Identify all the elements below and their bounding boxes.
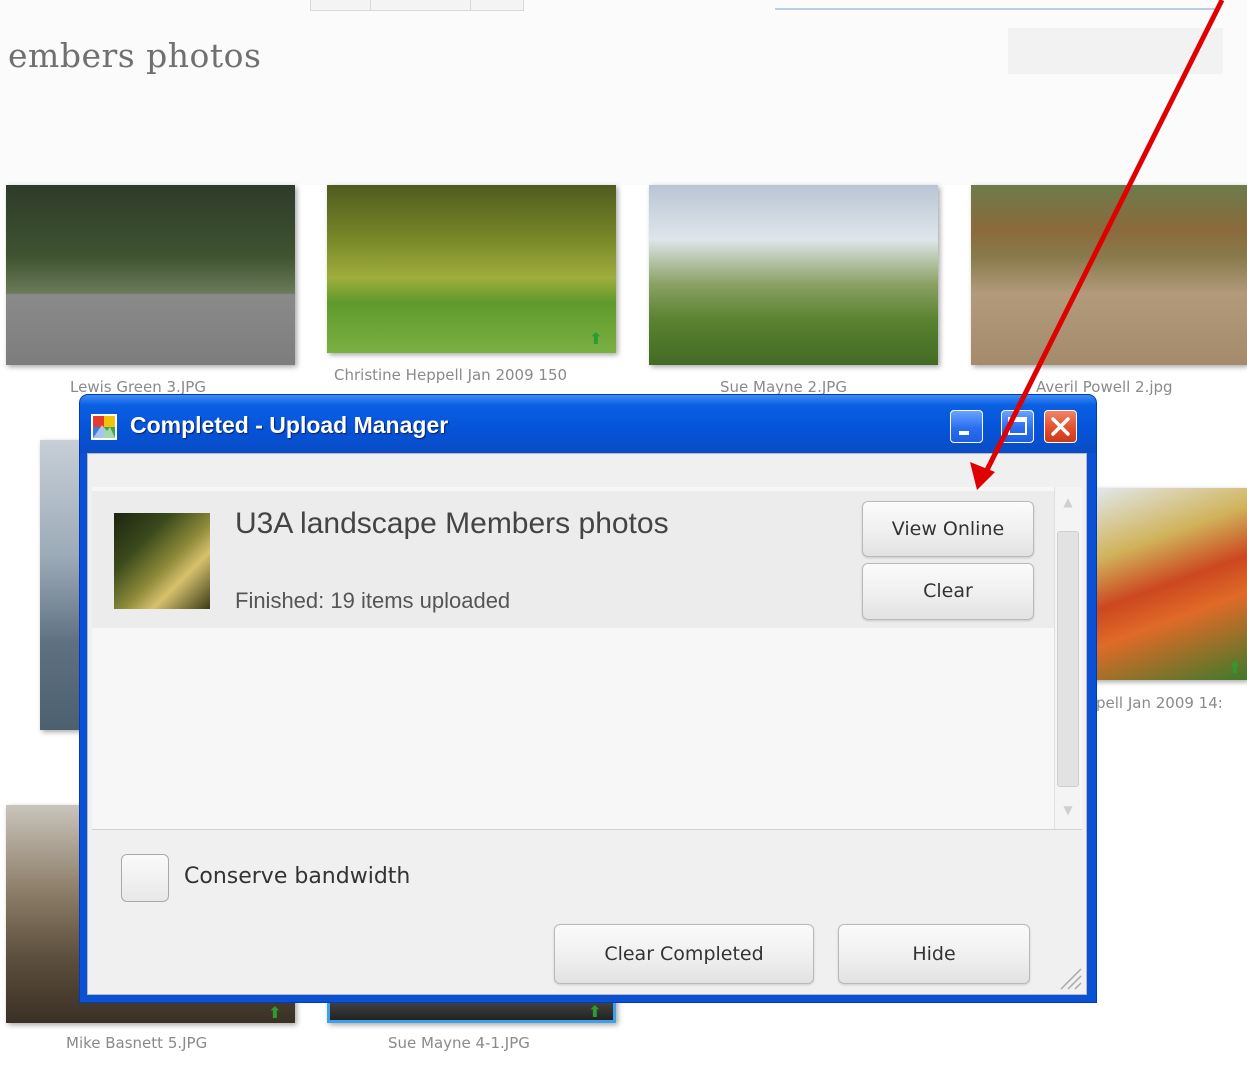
- photo-caption: Lewis Green 3.JPG: [70, 378, 206, 396]
- window-client-area: U3A landscape Members photos Finished: 1…: [87, 453, 1087, 995]
- header-tab[interactable]: [470, 0, 524, 11]
- faint-header-button[interactable]: [1008, 28, 1223, 74]
- upload-arrow-icon: ⬆: [1228, 658, 1242, 677]
- upload-status: Finished: 19 items uploaded: [235, 588, 511, 613]
- close-icon: [1051, 417, 1070, 436]
- upload-list-scrollbar[interactable]: ▲ ▼: [1054, 487, 1081, 829]
- hide-button[interactable]: Hide: [838, 924, 1030, 984]
- close-button[interactable]: [1044, 410, 1077, 443]
- photo-thumbnail[interactable]: [649, 185, 938, 365]
- header-tab[interactable]: [310, 0, 372, 11]
- photo-thumbnail[interactable]: [971, 185, 1247, 365]
- window-titlebar[interactable]: Completed - Upload Manager: [80, 395, 1096, 453]
- photo-caption: Averil Powell 2.jpg: [1036, 378, 1173, 396]
- minimize-icon: [959, 431, 969, 435]
- photo-caption: Sue Mayne 2.JPG: [720, 378, 847, 396]
- photo-caption: Sue Mayne 4-1.JPG: [388, 1034, 530, 1052]
- photo-caption: Christine Heppell Jan 2009 150: [334, 366, 568, 384]
- scroll-up-arrow-icon[interactable]: ▲: [1055, 491, 1081, 513]
- album-name: U3A landscape Members photos: [235, 507, 669, 540]
- photo-thumbnail[interactable]: ⬆: [327, 185, 616, 353]
- conserve-bandwidth-label[interactable]: Conserve bandwidth: [184, 864, 410, 889]
- scroll-down-arrow-icon[interactable]: ▼: [1055, 799, 1081, 821]
- header-tab[interactable]: [370, 0, 472, 11]
- upload-arrow-icon: ⬆: [588, 1002, 602, 1021]
- photo-caption: Mike Basnett 5.JPG: [66, 1034, 208, 1052]
- picasa-app-icon: [91, 414, 117, 440]
- maximize-icon: [1008, 417, 1027, 435]
- upload-list-item[interactable]: U3A landscape Members photos Finished: 1…: [92, 491, 1054, 628]
- maximize-button[interactable]: [1001, 410, 1034, 443]
- photo-thumbnail[interactable]: [6, 185, 295, 365]
- header-search-field[interactable]: [775, 0, 1215, 10]
- minimize-button[interactable]: [950, 410, 983, 443]
- upload-list: U3A landscape Members photos Finished: 1…: [92, 487, 1082, 830]
- upload-arrow-icon: ⬆: [589, 329, 603, 348]
- clear-button[interactable]: Clear: [862, 563, 1034, 620]
- photo-thumbnail[interactable]: [40, 440, 85, 730]
- gallery-header: embers photos: [0, 0, 1247, 185]
- view-online-button[interactable]: View Online: [862, 501, 1034, 557]
- upload-manager-window: Completed - Upload Manager U3A landscape…: [80, 395, 1096, 1002]
- clear-completed-button[interactable]: Clear Completed: [554, 924, 814, 984]
- window-title: Completed - Upload Manager: [130, 412, 449, 438]
- photo-thumbnail[interactable]: ⬆: [1090, 488, 1247, 680]
- resize-grip-icon[interactable]: [1056, 964, 1082, 990]
- conserve-bandwidth-checkbox[interactable]: [121, 854, 169, 902]
- upload-arrow-icon: ⬆: [268, 1003, 282, 1022]
- page-title: embers photos: [8, 36, 262, 75]
- scroll-thumb[interactable]: [1057, 531, 1079, 787]
- album-thumbnail: [114, 513, 210, 609]
- photo-caption: pell Jan 2009 14:: [1096, 694, 1223, 712]
